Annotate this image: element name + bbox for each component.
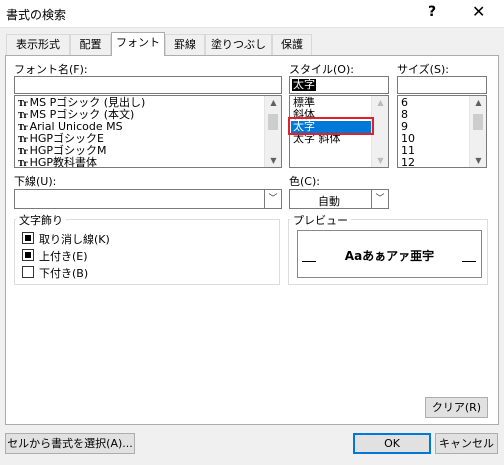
size-label: サイズ(S): (397, 63, 449, 76)
subscript-checkbox[interactable] (22, 266, 34, 278)
style-input[interactable]: 太字 (289, 76, 389, 94)
scroll-up-icon[interactable]: ▲ (470, 98, 486, 107)
truetype-icon: Tr (18, 98, 28, 108)
size-list[interactable]: 6 8 9 10 11 12 ▲ ▼ (397, 95, 487, 168)
truetype-icon: Tr (18, 158, 28, 168)
superscript-label[interactable]: 上付き(E) (39, 248, 88, 264)
truetype-icon: Tr (18, 146, 28, 156)
color-value: 自動 (318, 195, 340, 208)
tab-fill[interactable]: 塗りつぶし (205, 34, 272, 55)
effects-group-title: 文字飾り (16, 212, 66, 228)
close-button[interactable]: ✕ (472, 2, 485, 21)
font-name-input[interactable] (14, 76, 282, 94)
font-list-scrollbar[interactable]: ▲ ▼ (264, 96, 281, 167)
font-name-list[interactable]: Tr MS Pゴシック (見出し) Tr MS Pゴシック (本文) Tr Arial… (14, 95, 282, 168)
window-title: 書式の検索 (6, 8, 67, 22)
preview-group-title: プレビュー (290, 212, 351, 228)
subscript-label[interactable]: 下付き(B) (39, 265, 88, 281)
list-item[interactable]: Tr HGP教科書体 (18, 157, 264, 168)
preview-sample: Aaあぁアァ亜宇 (344, 249, 435, 263)
underline-label: 下線(U): (14, 175, 57, 188)
superscript-checkbox[interactable] (22, 249, 34, 261)
scroll-down-icon[interactable]: ▼ (372, 156, 388, 165)
size-list-scrollbar[interactable]: ▲ ▼ (469, 96, 486, 167)
tab-font[interactable]: フォント (111, 32, 165, 56)
preview-box: Aaあぁアァ亜宇 (297, 230, 482, 278)
tab-alignment[interactable]: 配置 (70, 34, 111, 55)
highlight-box (288, 117, 374, 135)
color-dropdown[interactable]: 自動 ﹀ (289, 189, 389, 209)
help-button[interactable]: ? (428, 4, 436, 20)
cancel-button[interactable]: キャンセル (435, 433, 498, 454)
size-input[interactable] (397, 76, 487, 94)
style-label: スタイル(O): (289, 63, 354, 76)
truetype-icon: Tr (18, 134, 28, 144)
chevron-down-icon[interactable]: ﹀ (264, 190, 281, 208)
truetype-icon: Tr (18, 110, 28, 120)
font-name-label: フォント名(F): (14, 63, 88, 76)
scroll-down-icon[interactable]: ▼ (470, 156, 486, 165)
chevron-down-icon[interactable]: ﹀ (371, 190, 388, 208)
scroll-down-icon[interactable]: ▼ (265, 156, 281, 165)
scroll-thumb[interactable] (473, 114, 483, 130)
tab-border[interactable]: 罫線 (165, 34, 205, 55)
ok-button[interactable]: OK (353, 433, 431, 454)
list-item[interactable]: 12 (401, 157, 415, 168)
strikethrough-label[interactable]: 取り消し線(K) (39, 231, 110, 247)
strikethrough-checkbox[interactable] (22, 232, 34, 244)
underline-dropdown[interactable]: ﹀ (14, 189, 282, 209)
scroll-thumb[interactable] (268, 114, 278, 130)
title-bar: 書式の検索 ? ✕ (0, 0, 504, 28)
tab-protection[interactable]: 保護 (272, 34, 312, 55)
truetype-icon: Tr (18, 122, 28, 132)
color-label: 色(C): (289, 175, 320, 188)
choose-format-from-cell-button[interactable]: セルから書式を選択(A)... (5, 433, 135, 454)
scroll-up-icon[interactable]: ▲ (265, 98, 281, 107)
tab-number-format[interactable]: 表示形式 (6, 34, 70, 55)
scroll-up-icon[interactable]: ▲ (372, 98, 388, 107)
clear-button[interactable]: クリア(R) (425, 397, 488, 418)
style-input-value: 太字 (292, 78, 316, 91)
